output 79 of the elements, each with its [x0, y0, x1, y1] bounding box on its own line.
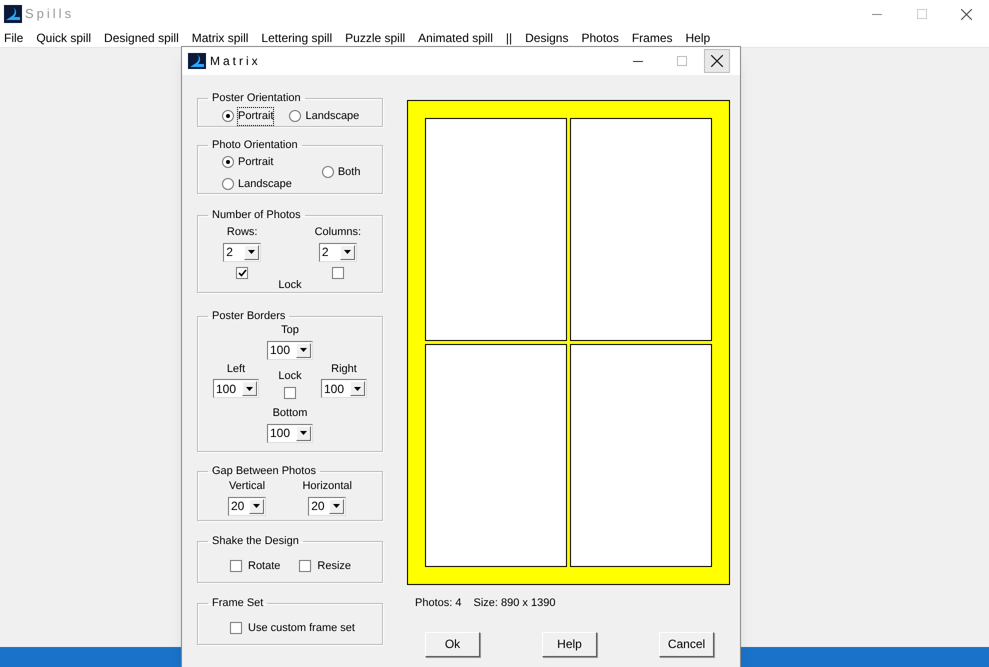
group-title: Number of Photos [211, 209, 302, 221]
dialog-button[interactable]: Cancel [659, 632, 714, 656]
menu-item[interactable]: Animated spill [414, 28, 497, 46]
label-text: Rows: [226, 225, 258, 240]
dropdown[interactable]: 20 [308, 496, 346, 516]
dropdown[interactable]: 2 [223, 242, 262, 262]
label-text: Rotate [248, 559, 280, 574]
dropdown[interactable]: 100 [213, 379, 259, 398]
label-text: Vertical [228, 479, 266, 494]
label-text: Horizontal [302, 479, 352, 494]
label-text: Both [338, 165, 360, 180]
dialog-title: Matrix [210, 53, 261, 70]
radio-button[interactable] [222, 178, 234, 190]
group-title: Photo Orientation [211, 139, 299, 151]
close-icon [961, 8, 972, 20]
close-icon [711, 55, 723, 67]
radio-button[interactable] [289, 110, 302, 122]
menu-item[interactable]: Designs [521, 28, 572, 46]
label-text: Columns: [314, 225, 362, 240]
label-text: Use custom frame set [248, 621, 355, 636]
label-text: Bottom [272, 406, 308, 421]
group-title: Frame Set [211, 597, 264, 609]
menu-item[interactable]: Designed spill [100, 28, 183, 46]
checkbox[interactable] [299, 560, 312, 572]
label-text: Right [331, 362, 357, 376]
menu-item[interactable]: Puzzle spill [341, 28, 410, 46]
label-text: Lock [278, 368, 302, 384]
checkbox[interactable] [230, 622, 242, 634]
dropdown-arrow-icon [344, 250, 351, 254]
checkbox[interactable] [230, 560, 242, 572]
checkbox[interactable] [236, 266, 248, 278]
label-text: Portrait [238, 108, 274, 124]
maximize-icon [916, 9, 926, 19]
radio-button[interactable] [222, 110, 234, 122]
group-title: Shake the Design [211, 535, 300, 547]
dropdown-arrow-icon [354, 386, 361, 390]
dropdown-arrow-icon [333, 504, 340, 508]
label-text: Lock [278, 278, 302, 290]
group-title: Poster Borders [211, 310, 286, 322]
dropdown[interactable]: 20 [228, 496, 266, 516]
dropdown-arrow-icon [300, 431, 307, 435]
label-text: Landscape [305, 109, 360, 124]
app-logo-icon [188, 53, 206, 69]
dropdown-arrow-icon [246, 386, 253, 390]
maximize-icon [677, 56, 687, 66]
poster-size: Size: 890 x 1390 [473, 596, 556, 611]
menu-item[interactable]: Quick spill [32, 28, 96, 46]
menu-item[interactable]: Matrix spill [188, 28, 252, 46]
dropdown[interactable]: 2 [318, 242, 357, 262]
dropdown[interactable]: 100 [267, 424, 313, 442]
label-text: Landscape [238, 176, 292, 192]
dropdown[interactable]: 100 [321, 379, 367, 398]
menu-item[interactable]: Photos [577, 28, 623, 46]
minimize-icon [633, 60, 643, 62]
dropdown[interactable]: 100 [267, 340, 313, 360]
menu-item[interactable]: Frames [628, 28, 676, 46]
app-logo-icon [4, 5, 22, 23]
group-title: Poster Orientation [211, 92, 302, 104]
label-text: Portrait [238, 155, 274, 170]
photos-count: Photos: 4 [415, 596, 462, 611]
menu-item[interactable]: || [502, 28, 516, 46]
dropdown-arrow-icon [253, 504, 260, 508]
checkbox[interactable] [332, 266, 344, 278]
radio-button[interactable] [322, 166, 334, 178]
label-text: Resize [317, 559, 352, 574]
menu-item[interactable]: Help [682, 28, 714, 46]
label-text: Top [281, 323, 299, 338]
dialog-button[interactable]: Ok [425, 632, 480, 656]
radio-button[interactable] [222, 156, 234, 168]
checkbox[interactable] [284, 387, 296, 399]
close-button[interactable] [704, 49, 730, 73]
label-text: Left [226, 362, 246, 376]
menu-item[interactable]: File [0, 28, 28, 46]
dropdown-arrow-icon [248, 250, 256, 254]
group-title: Gap Between Photos [211, 465, 317, 477]
window-title: Spills [25, 5, 74, 24]
dialog-button[interactable]: Help [542, 632, 597, 656]
menu-item[interactable]: Lettering spill [257, 28, 336, 46]
dropdown-arrow-icon [300, 348, 307, 352]
